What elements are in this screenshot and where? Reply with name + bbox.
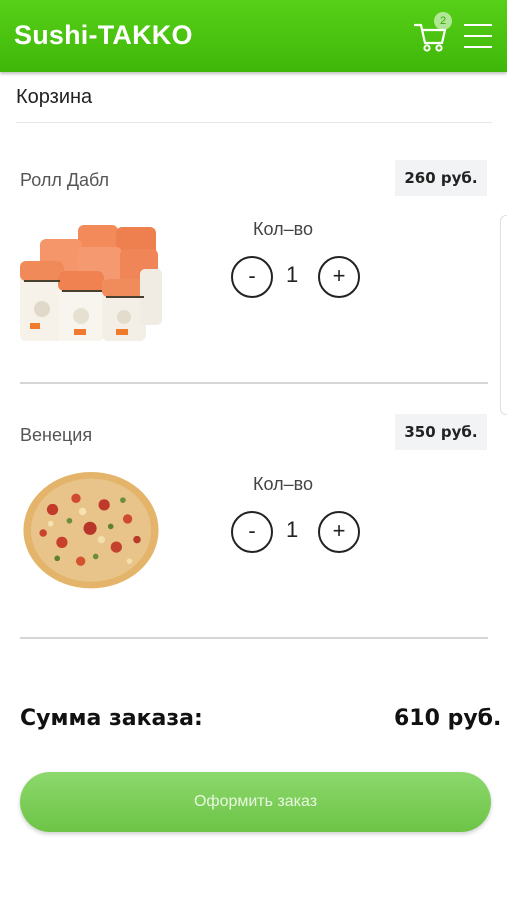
page-title: Корзина (16, 86, 93, 108)
scrollbar[interactable] (500, 215, 507, 415)
price-badge: 260 руб. (395, 160, 487, 196)
quantity-label: Кол–во (253, 474, 313, 494)
increase-quantity-button[interactable]: + (318, 256, 360, 298)
price-badge: 350 руб. (395, 414, 487, 450)
brand-logo-text[interactable]: Sushi-TAKKO (14, 20, 193, 51)
item-divider (20, 382, 488, 384)
order-total-label: Сумма заказа: (20, 706, 203, 731)
roll-image (20, 221, 162, 343)
hamburger-menu-icon[interactable] (464, 24, 494, 50)
order-total-value: 610 руб. (394, 706, 502, 731)
quantity-value: 1 (286, 517, 299, 542)
decrease-quantity-button[interactable]: - (231, 256, 273, 298)
item-name: Венеция (20, 425, 93, 445)
divider (16, 122, 492, 123)
checkout-button[interactable]: Оформить заказ (20, 772, 491, 832)
quantity-value: 1 (286, 262, 299, 287)
decrease-quantity-button[interactable]: - (231, 511, 273, 553)
pizza-image (23, 472, 159, 594)
increase-quantity-button[interactable]: + (318, 511, 360, 553)
cart-count-badge: 2 (434, 12, 452, 30)
app-header: Sushi-TAKKO 2 (0, 0, 507, 72)
item-name: Ролл Дабл (20, 170, 110, 190)
item-divider (20, 637, 488, 639)
quantity-label: Кол–во (253, 219, 313, 239)
